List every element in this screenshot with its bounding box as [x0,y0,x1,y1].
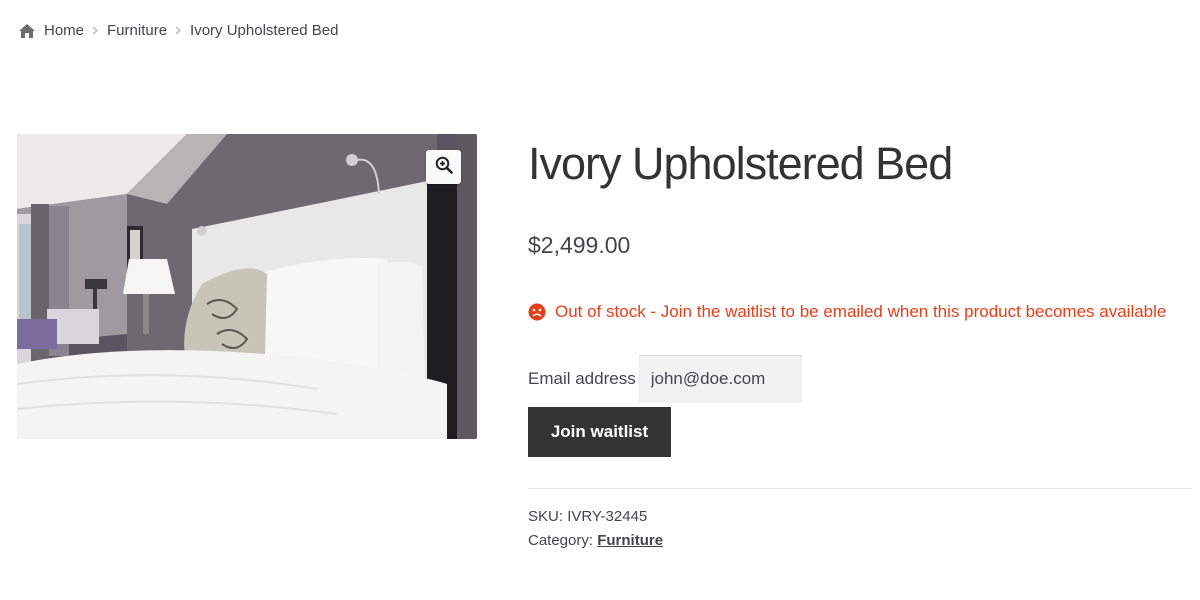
sku-label: SKU: [528,508,564,525]
divider [528,488,1192,489]
chevron-right-icon [92,26,99,35]
product-category: Category: Furniture [528,532,663,549]
category-link[interactable]: Furniture [597,532,663,549]
breadcrumb-current: Ivory Upholstered Bed [190,22,339,39]
breadcrumb-home-link[interactable]: Home [44,22,84,39]
sad-face-icon [528,303,546,321]
category-label: Category: [528,532,594,549]
chevron-right-icon [175,26,182,35]
sku-value: IVRY-32445 [567,508,648,525]
email-label: Email address [528,369,636,388]
zoom-in-icon [435,156,453,179]
zoom-button[interactable] [426,150,461,184]
home-icon[interactable] [18,23,36,39]
product-price: $2,499.00 [528,232,631,258]
product-sku: SKU: IVRY-32445 [528,508,647,525]
breadcrumb-category-link[interactable]: Furniture [107,22,167,39]
stock-message: Out of stock - Join the waitlist to be e… [555,302,1167,321]
stock-status: Out of stock - Join the waitlist to be e… [528,302,1166,322]
product-title: Ivory Upholstered Bed [528,138,953,189]
product-image[interactable] [17,134,477,439]
breadcrumb: Home Furniture Ivory Upholstered Bed [18,22,338,39]
waitlist-email-row: Email address [528,355,802,403]
email-field[interactable] [638,355,802,403]
join-waitlist-button[interactable]: Join waitlist [528,407,671,457]
